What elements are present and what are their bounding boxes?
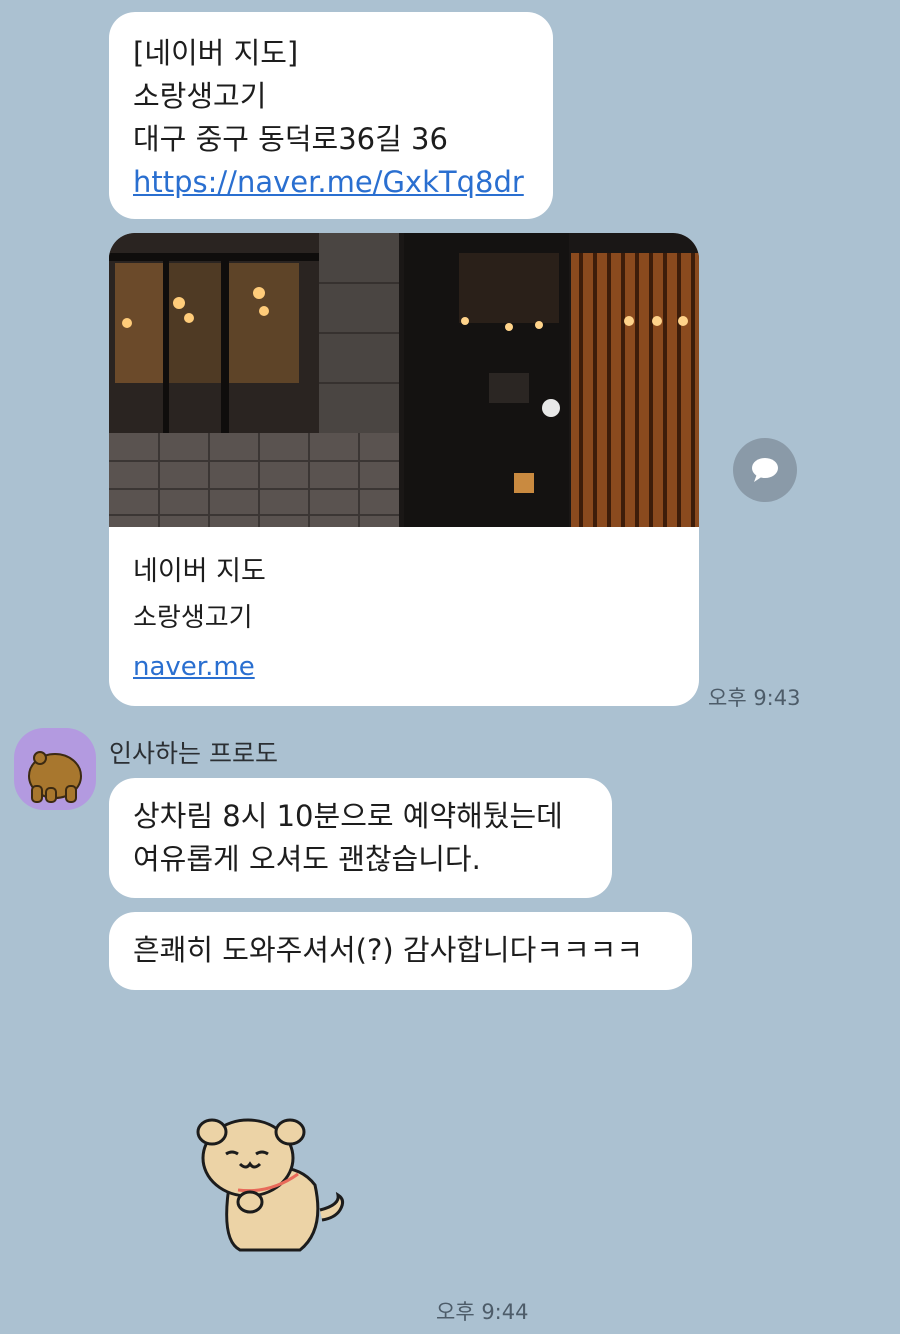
message-line: 상차림 8시 10분으로 예약해뒀는데 (133, 799, 563, 833)
map-link[interactable]: https://naver.me/GxkTq8dr (133, 161, 529, 204)
message-line: 흔쾌히 도와주셔서(?) 감사합니다ㅋㅋㅋㅋ (133, 933, 644, 967)
message-line: [네이버 지도] (133, 36, 299, 70)
preview-thumbnail-image[interactable] (109, 233, 699, 527)
message-line: 대구 중구 동덕로36길 36 (133, 122, 448, 156)
speech-bubble-icon (752, 458, 778, 482)
sender-avatar[interactable] (14, 728, 96, 810)
bear-icon (28, 751, 82, 803)
share-button[interactable] (733, 438, 797, 502)
dog-sticker-image[interactable] (190, 1110, 360, 1260)
preview-title: 네이버 지도 (133, 556, 266, 587)
message-line: 여유롭게 오셔도 괜찮습니다. (133, 842, 481, 876)
message-timestamp: 오후 9:43 (708, 686, 801, 710)
map-share-message[interactable]: [네이버 지도] 소랑생고기 대구 중구 동덕로36길 36 https://n… (109, 12, 553, 219)
message-timestamp: 오후 9:44 (436, 1300, 529, 1324)
chat-message-bubble[interactable]: 흔쾌히 도와주셔서(?) 감사합니다ㅋㅋㅋㅋ (109, 912, 692, 990)
preview-subtitle: 소랑생고기 (133, 603, 253, 633)
chat-message-bubble[interactable]: 상차림 8시 10분으로 예약해뒀는데 여유롭게 오셔도 괜찮습니다. (109, 778, 612, 898)
sender-name: 인사하는 프로도 (109, 739, 278, 768)
preview-domain-link[interactable]: naver.me (133, 652, 255, 682)
message-line: 소랑생고기 (133, 79, 267, 113)
link-preview-card[interactable]: 네이버 지도 소랑생고기 naver.me (109, 233, 699, 706)
